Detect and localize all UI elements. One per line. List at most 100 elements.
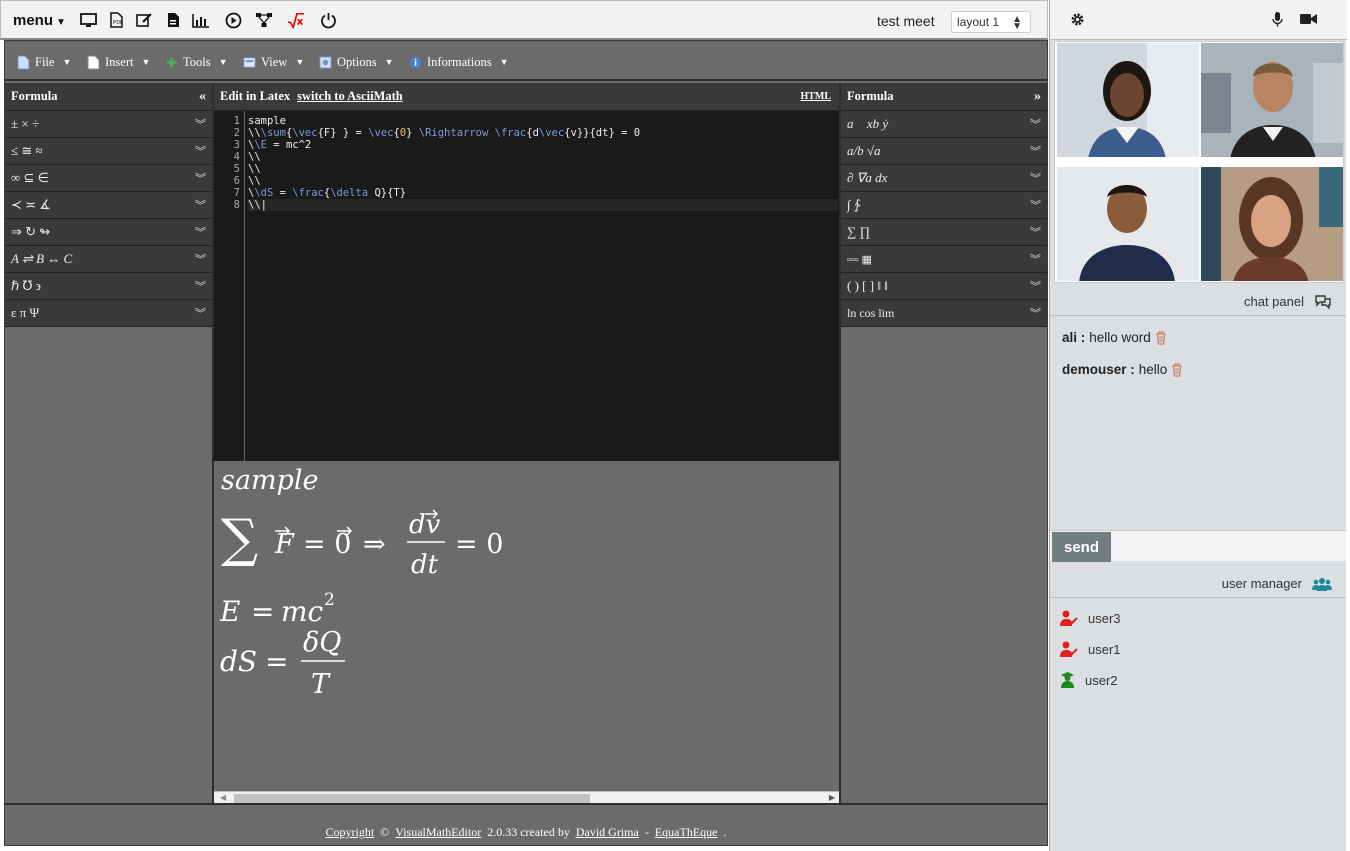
author-link[interactable]: David Grima	[576, 825, 639, 840]
formula-group-label: ▫▫▫ ▦	[847, 253, 872, 266]
symbol-group-label: ≤ ≅ ≈	[11, 143, 43, 158]
user-name: user2	[1085, 672, 1118, 688]
chart-icon[interactable]	[192, 11, 210, 29]
svg-text:E: E	[219, 595, 240, 628]
formula-group-row[interactable]: ( ) [ ] ‖ ‖ ︾	[841, 273, 1047, 300]
expand-chevron-icon[interactable]: ︾	[195, 197, 206, 213]
tools-icon	[166, 57, 177, 67]
formula-group-row[interactable]: a⃗ xb ẏ ︾	[841, 111, 1047, 138]
video-tile[interactable]	[1201, 43, 1343, 157]
user-row[interactable]: user1	[1060, 641, 1121, 657]
chat-message: ali : hello word	[1062, 330, 1167, 345]
symbol-group-label: ± × ÷	[11, 116, 40, 131]
trash-icon[interactable]	[1171, 362, 1183, 377]
microphone-icon[interactable]	[1272, 12, 1283, 27]
menu-insert[interactable]: Insert ▼	[87, 53, 150, 71]
expand-chevron-icon[interactable]: ︾	[195, 224, 206, 240]
expand-chevron-icon[interactable]: ︾	[1030, 305, 1041, 321]
camera-icon[interactable]	[1300, 13, 1317, 25]
document-icon[interactable]	[164, 11, 182, 29]
user-row[interactable]: user2	[1060, 672, 1118, 688]
menu-insert-label: Insert	[105, 54, 134, 69]
svg-text:⇒: ⇒	[363, 529, 386, 560]
pdf-icon[interactable]: PDF	[107, 11, 125, 29]
monitor-icon[interactable]	[79, 11, 97, 29]
line-number: 7	[233, 187, 240, 199]
expand-chevron-icon[interactable]: ︾	[195, 143, 206, 159]
network-icon[interactable]	[255, 11, 273, 29]
insert-icon	[87, 55, 100, 69]
svg-text:= 0: = 0	[303, 529, 351, 560]
collapse-left-icon[interactable]: «	[199, 89, 206, 105]
trash-icon[interactable]	[1155, 330, 1167, 345]
main-menu-button[interactable]: menu ▼	[13, 12, 66, 29]
symbol-group-row[interactable]: ± × ÷ ︾	[5, 111, 212, 138]
formula-group-row[interactable]: ▫▫▫ ▦ ︾	[841, 246, 1047, 273]
participant-video	[1201, 43, 1343, 157]
latex-code-editor[interactable]: 1 2 3 4 5 6 7 8 sample \\\sum{\vec{F} } =…	[214, 111, 839, 461]
expand-chevron-icon[interactable]: ︾	[1030, 116, 1041, 132]
chat-message-text: hello word	[1089, 330, 1151, 345]
video-tile[interactable]	[1057, 43, 1199, 157]
symbol-group-row[interactable]: ℏ ℧ ϶ ︾	[5, 273, 212, 300]
symbol-group-row[interactable]: A ⇌ B ↔ C ︾	[5, 246, 212, 273]
symbol-group-row[interactable]: ∞ ⊆ ∈ ︾	[5, 165, 212, 192]
formula-group-row[interactable]: ∑ ∏ ︾	[841, 219, 1047, 246]
symbol-group-row[interactable]: ε π Ψ ︾	[5, 300, 212, 327]
play-icon[interactable]	[224, 11, 242, 29]
video-tile[interactable]	[1057, 167, 1199, 281]
formula-group-row[interactable]: ln cos lim ︾	[841, 300, 1047, 327]
formula-group-row[interactable]: ∫ ∱ ︾	[841, 192, 1047, 219]
site-link[interactable]: EquaThEque	[655, 825, 718, 840]
formula-group-label: ∫ ∱	[847, 197, 861, 212]
chat-message: demouser : hello	[1062, 362, 1183, 377]
expand-chevron-icon[interactable]: ︾	[195, 170, 206, 186]
user-manager-title: user manager	[1221, 576, 1302, 591]
participant-video	[1057, 43, 1199, 157]
left-panel-header: Formula «	[5, 83, 212, 111]
right-formula-panel: Formula » a⃗ xb ẏ ︾ a/b √a ︾ ∂ ∇a dx ︾ ∫ ∱ ︾…	[839, 83, 1047, 803]
expand-chevron-icon[interactable]: ︾	[1030, 224, 1041, 240]
menu-view[interactable]: View ▼	[243, 53, 304, 71]
collapse-right-icon[interactable]: »	[1034, 89, 1041, 105]
scroll-right-icon[interactable]: ▶	[829, 793, 835, 802]
symbol-group-row[interactable]: ≤ ≅ ≈ ︾	[5, 138, 212, 165]
expand-chevron-icon[interactable]: ︾	[1030, 197, 1041, 213]
expand-chevron-icon[interactable]: ︾	[195, 251, 206, 267]
menu-tools[interactable]: Tools ▼	[165, 53, 228, 71]
scrollbar-thumb[interactable]	[234, 794, 590, 803]
formula-group-row[interactable]: ∂ ∇a dx ︾	[841, 165, 1047, 192]
svg-text:F: F	[274, 529, 295, 560]
video-tile[interactable]	[1201, 167, 1343, 281]
html-link[interactable]: HTML	[800, 91, 831, 102]
expand-chevron-icon[interactable]: ︾	[195, 116, 206, 132]
symbol-group-row[interactable]: ⇒ ↻ ↬ ︾	[5, 219, 212, 246]
power-icon[interactable]	[319, 11, 337, 29]
sqrt-icon[interactable]	[287, 11, 305, 29]
scroll-left-icon[interactable]: ◀	[220, 793, 226, 802]
chat-input-bar[interactable]: send	[1050, 530, 1346, 562]
expand-chevron-icon[interactable]: ︾	[1030, 278, 1041, 294]
formula-group-row[interactable]: a/b √a ︾	[841, 138, 1047, 165]
expand-chevron-icon[interactable]: ︾	[1030, 143, 1041, 159]
gear-icon[interactable]	[1070, 12, 1085, 27]
send-button[interactable]: send	[1052, 532, 1111, 562]
menu-options[interactable]: Options ▼	[319, 53, 394, 71]
expand-chevron-icon[interactable]: ︾	[1030, 170, 1041, 186]
expand-chevron-icon[interactable]: ︾	[1030, 251, 1041, 267]
app-link[interactable]: VisualMathEditor	[395, 825, 481, 840]
switch-asciimath-link[interactable]: switch to AsciiMath	[297, 89, 403, 104]
expand-chevron-icon[interactable]: ︾	[195, 305, 206, 321]
right-panel-title: Formula	[847, 89, 894, 103]
user-row[interactable]: user3	[1060, 610, 1121, 626]
symbol-group-row[interactable]: ≺ ≍ ∡ ︾	[5, 192, 212, 219]
code-text[interactable]: sample \\\sum{\vec{F} } = \vec{0} \Righta…	[248, 115, 838, 211]
expand-chevron-icon[interactable]: ︾	[195, 278, 206, 294]
menu-informations[interactable]: Informations ▼	[409, 53, 509, 71]
layout-select[interactable]: layout 1 ▲ ▼	[951, 11, 1031, 33]
svg-text:δQ: δQ	[303, 627, 341, 658]
menu-file[interactable]: File ▼	[17, 53, 71, 71]
copyright-link[interactable]: Copyright	[325, 825, 374, 840]
chat-message-user: ali :	[1062, 330, 1086, 345]
edit-icon[interactable]	[135, 11, 153, 29]
